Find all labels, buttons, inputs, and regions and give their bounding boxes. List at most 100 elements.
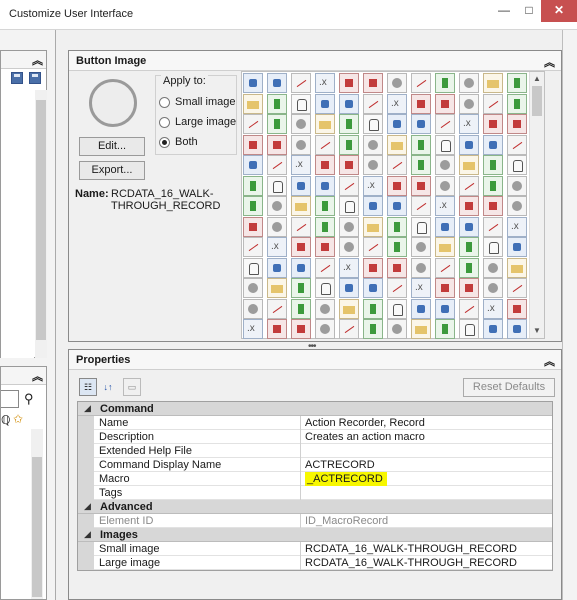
property-value[interactable]: RCDATA_16_WALK-THROUGH_RECORD [305, 556, 517, 570]
button-image-icon[interactable] [435, 319, 455, 339]
button-image-icon[interactable] [387, 155, 407, 175]
command-search-input[interactable] [1, 390, 19, 408]
apply-large-radio[interactable]: Large image [159, 116, 249, 130]
export-button[interactable]: Export... [79, 161, 145, 180]
button-image-icon[interactable] [483, 237, 503, 257]
button-image-icon[interactable] [411, 93, 431, 114]
button-image-icon[interactable] [507, 134, 527, 155]
button-image-icon[interactable] [507, 216, 527, 237]
button-image-icon[interactable] [387, 196, 407, 216]
button-image-icon[interactable] [267, 257, 287, 278]
button-image-icon[interactable] [267, 298, 287, 319]
button-image-icon[interactable] [387, 237, 407, 257]
button-image-icon[interactable] [291, 216, 311, 237]
property-row[interactable]: Name Action Recorder, Record [78, 416, 552, 430]
button-image-icon[interactable] [483, 196, 503, 216]
button-image-icon[interactable] [363, 298, 383, 319]
button-image-icon[interactable] [459, 278, 479, 298]
button-image-icon[interactable] [363, 257, 383, 278]
button-image-icon[interactable] [435, 237, 455, 257]
save-as-icon[interactable] [29, 72, 41, 84]
button-image-icon[interactable] [483, 175, 503, 196]
button-image-icon[interactable] [339, 278, 359, 298]
collapse-triangle-icon[interactable]: ◢ [84, 403, 91, 414]
button-image-icon[interactable] [411, 278, 431, 298]
button-image-icon[interactable] [243, 114, 263, 134]
button-image-icon[interactable] [459, 237, 479, 257]
button-image-icon[interactable] [387, 278, 407, 298]
button-image-icon[interactable] [267, 196, 287, 216]
button-image-icon[interactable] [363, 175, 383, 196]
panel-splitter[interactable]: ••• [68, 341, 562, 352]
command-list-scrollbar[interactable] [31, 429, 43, 599]
maximize-button[interactable]: □ [518, 0, 540, 22]
button-image-icon[interactable] [483, 319, 503, 339]
customizations-scrollbar[interactable] [35, 90, 47, 358]
button-image-icon[interactable] [483, 216, 503, 237]
button-image-icon[interactable] [243, 237, 263, 257]
button-image-icon[interactable] [363, 93, 383, 114]
button-image-icon[interactable] [315, 237, 335, 257]
button-image-icon[interactable] [459, 216, 479, 237]
button-image-icon[interactable] [291, 319, 311, 339]
collapse-chevron-icon[interactable]: ︽ [544, 54, 555, 70]
button-image-icon[interactable] [315, 73, 335, 93]
button-image-icon[interactable] [387, 134, 407, 155]
button-image-icon[interactable] [387, 73, 407, 93]
button-image-icon[interactable] [315, 298, 335, 319]
button-image-icon[interactable] [411, 73, 431, 93]
button-image-icon[interactable] [507, 237, 527, 257]
button-image-icon[interactable] [315, 155, 335, 175]
button-image-icon[interactable] [339, 175, 359, 196]
scroll-down-arrow-icon[interactable]: ▼ [533, 326, 541, 335]
button-image-icon[interactable] [507, 319, 527, 339]
button-image-icon[interactable] [459, 73, 479, 93]
button-image-icon[interactable] [267, 237, 287, 257]
button-image-icon[interactable] [339, 93, 359, 114]
button-image-icon[interactable] [507, 196, 527, 216]
button-image-icon[interactable] [411, 298, 431, 319]
button-image-icon[interactable] [507, 175, 527, 196]
button-image-icon[interactable] [291, 278, 311, 298]
button-image-icon[interactable] [507, 298, 527, 319]
button-image-icon[interactable] [243, 93, 263, 114]
button-image-icon[interactable] [411, 216, 431, 237]
button-image-icon[interactable] [411, 237, 431, 257]
button-image-icon[interactable] [387, 114, 407, 134]
property-row[interactable]: Tags [78, 486, 552, 500]
scrollbar-thumb[interactable] [36, 100, 46, 340]
property-row[interactable]: Command Display Name ACTRECORD [78, 458, 552, 472]
close-button[interactable]: ✕ [541, 0, 577, 22]
button-image-icon[interactable] [435, 216, 455, 237]
button-image-icon[interactable] [483, 155, 503, 175]
minimize-button[interactable]: — [491, 0, 517, 22]
button-image-icon[interactable] [387, 93, 407, 114]
button-image-icon[interactable] [339, 298, 359, 319]
scrollbar-thumb[interactable] [32, 457, 42, 597]
button-image-icon[interactable] [435, 155, 455, 175]
button-image-icon[interactable] [507, 155, 527, 175]
button-image-icon[interactable] [243, 278, 263, 298]
property-pages-icon[interactable]: ▭ [123, 378, 141, 396]
save-icon[interactable] [11, 72, 23, 84]
button-image-icon[interactable] [435, 114, 455, 134]
property-value[interactable]: Action Recorder, Record [305, 416, 425, 430]
button-image-icon[interactable] [483, 298, 503, 319]
button-image-icon[interactable] [291, 155, 311, 175]
button-image-icon[interactable] [387, 175, 407, 196]
button-image-icon[interactable] [363, 155, 383, 175]
image-gallery-scrollbar[interactable]: ▲ ▼ [529, 72, 544, 338]
property-row[interactable]: Macro _ACTRECORD [78, 472, 552, 486]
button-image-icon[interactable] [291, 237, 311, 257]
button-image-icon[interactable] [339, 196, 359, 216]
button-image-icon[interactable] [483, 114, 503, 134]
button-image-icon[interactable] [459, 196, 479, 216]
button-image-icon[interactable] [315, 134, 335, 155]
button-image-icon[interactable] [243, 73, 263, 93]
collapse-chevron-icon[interactable]: ︽ [32, 52, 43, 68]
button-image-icon[interactable] [339, 114, 359, 134]
button-image-icon[interactable] [291, 257, 311, 278]
category-row[interactable]: ◢ Advanced [78, 500, 552, 514]
button-image-icon[interactable] [267, 114, 287, 134]
button-image-icon[interactable] [315, 319, 335, 339]
